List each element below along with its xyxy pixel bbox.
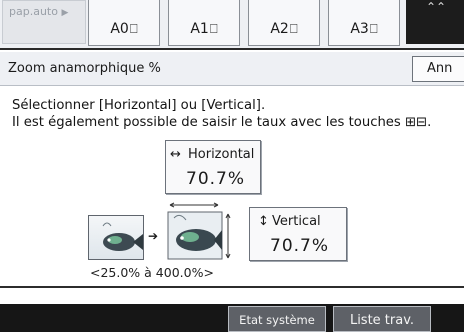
double-chevron-icon: ⌃⌃ — [426, 0, 447, 14]
stretched-image-icon — [162, 202, 234, 260]
landscape-paper-icon: ⎕ — [209, 22, 218, 37]
scroll-button-dark[interactable]: ⌃⌃ — [406, 0, 464, 44]
vertical-label: Vertical — [272, 214, 321, 229]
vertical-button[interactable]: ↕ Vertical 70.7% — [249, 207, 347, 261]
paper-a1-button[interactable]: A1 ⎕ — [168, 0, 240, 46]
cancel-button[interactable]: Ann — [412, 56, 464, 82]
divider — [0, 48, 464, 50]
range-text: <25.0% à 400.0%> — [90, 265, 214, 280]
paper-size-label: A0 — [110, 21, 129, 37]
vertical-arrow-icon: ↕ — [258, 214, 269, 229]
paper-a0-button[interactable]: A0 ⎕ — [88, 0, 160, 46]
portrait-paper-icon: ⎕ — [289, 22, 298, 37]
portrait-paper-icon: ⎕ — [129, 22, 138, 37]
paper-a2-button[interactable]: A2 ⎕ — [248, 0, 320, 46]
job-list-button[interactable]: Liste trav. — [333, 306, 431, 332]
system-status-label: Etat système — [239, 313, 315, 327]
instruction-line-1: Sélectionner [Horizontal] ou [Vertical]. — [12, 98, 266, 113]
paper-size-label: A2 — [270, 21, 289, 37]
zoom-header: Zoom anamorphique % Ann — [0, 52, 464, 86]
paper-auto-button[interactable]: pap.auto ▶ — [2, 0, 86, 44]
original-image-icon — [88, 215, 144, 260]
paper-a3-button[interactable]: A3 ⎕ — [328, 0, 400, 46]
horizontal-label: Horizontal — [188, 147, 255, 162]
horizontal-button[interactable]: ↔ Horizontal 70.7% — [165, 140, 261, 194]
page-title: Zoom anamorphique % — [8, 61, 161, 76]
paper-auto-label: pap.auto — [9, 5, 58, 18]
horizontal-value: 70.7% — [186, 169, 246, 189]
footer-divider — [0, 286, 464, 304]
instruction-line-2: Il est également possible de saisir le t… — [12, 115, 432, 130]
landscape-paper-icon: ⎕ — [369, 22, 378, 37]
system-status-button[interactable]: Etat système — [228, 306, 326, 332]
paper-size-label: A1 — [190, 21, 209, 37]
cancel-label: Ann — [427, 61, 453, 76]
job-list-label: Liste trav. — [349, 313, 415, 328]
arrow-right-icon: ➔ — [148, 229, 159, 243]
play-icon: ▶ — [61, 8, 69, 18]
vertical-value: 70.7% — [270, 236, 330, 256]
horizontal-arrow-icon: ↔ — [170, 147, 181, 162]
paper-size-label: A3 — [350, 21, 369, 37]
